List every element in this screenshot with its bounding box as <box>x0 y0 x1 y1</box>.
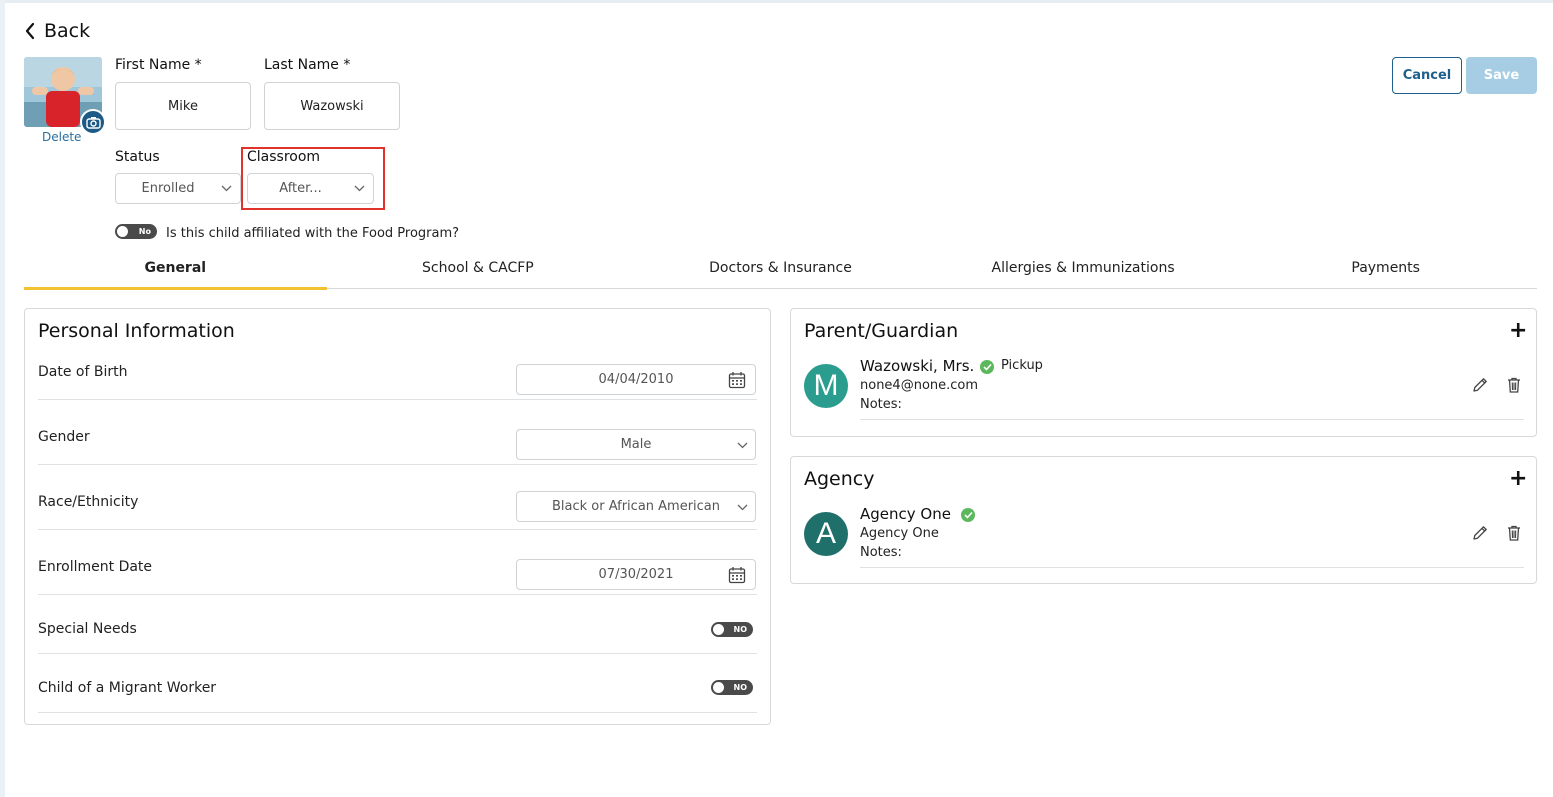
status-select[interactable]: Enrolled <box>115 173 241 204</box>
tab-school-cacfp[interactable]: School & CACFP <box>327 252 630 288</box>
camera-button[interactable] <box>80 109 106 135</box>
back-label: Back <box>44 20 91 42</box>
guardian-divider <box>860 419 1524 420</box>
food-program-toggle-text: No <box>138 227 151 236</box>
parent-guardian-title: Parent/Guardian <box>804 320 959 342</box>
plus-icon: + <box>1509 318 1528 343</box>
row-divider <box>38 653 757 654</box>
classroom-select[interactable]: After... <box>247 173 374 204</box>
chevron-down-icon <box>737 504 748 511</box>
row-divider <box>38 399 757 400</box>
trash-icon <box>1508 377 1520 393</box>
guardian-avatar: M <box>804 364 848 408</box>
back-button[interactable]: Back <box>24 20 90 42</box>
tab-payments[interactable]: Payments <box>1234 252 1537 288</box>
personal-information-card: Personal Information Date of Birth 04/04… <box>24 308 771 725</box>
check-circle-icon <box>980 360 994 374</box>
status-value: Enrolled <box>141 181 195 196</box>
classroom-value: After... <box>279 181 322 196</box>
chevron-down-icon <box>221 185 232 192</box>
first-name-value: Mike <box>168 98 198 114</box>
add-guardian-button[interactable]: + <box>1509 318 1528 343</box>
calendar-icon[interactable] <box>728 566 746 584</box>
save-button[interactable]: Save <box>1466 57 1537 94</box>
agency-title: Agency <box>804 468 875 490</box>
enrollment-date-label: Enrollment Date <box>38 559 153 575</box>
personal-information-title: Personal Information <box>38 320 235 342</box>
edit-agency-button[interactable] <box>1471 524 1489 542</box>
first-name-label: First Name * <box>115 57 202 73</box>
agency-notes-label: Notes: <box>860 545 902 560</box>
date-of-birth-label: Date of Birth <box>38 364 128 380</box>
delete-photo-link[interactable]: Delete <box>42 130 81 144</box>
toggle-knob <box>713 682 724 693</box>
enrollment-date-value: 07/30/2021 <box>598 567 674 582</box>
last-name-value: Wazowski <box>300 98 364 114</box>
edit-guardian-button[interactable] <box>1471 376 1489 394</box>
agency-avatar: A <box>804 512 848 556</box>
agency-name: Agency One <box>860 505 951 523</box>
classroom-label: Classroom <box>247 149 321 165</box>
pencil-icon <box>1473 378 1487 392</box>
guardian-email: none4@none.com <box>860 378 979 393</box>
last-name-label: Last Name * <box>264 57 351 73</box>
guardian-pickup-label: Pickup <box>1001 358 1043 373</box>
date-of-birth-field[interactable]: 04/04/2010 <box>516 364 756 395</box>
trash-icon <box>1508 525 1520 541</box>
migrant-worker-toggle-text: NO <box>733 683 748 692</box>
enrollment-date-field[interactable]: 07/30/2021 <box>516 559 756 590</box>
plus-icon: + <box>1509 466 1528 491</box>
calendar-icon[interactable] <box>728 371 746 389</box>
toggle-knob <box>713 624 724 635</box>
migrant-worker-label: Child of a Migrant Worker <box>38 680 217 696</box>
left-border <box>0 0 5 797</box>
toggle-knob <box>117 226 128 237</box>
pencil-icon <box>1473 526 1487 540</box>
delete-agency-button[interactable] <box>1505 524 1523 542</box>
special-needs-toggle[interactable]: NO <box>711 622 753 637</box>
top-border <box>0 0 1553 3</box>
gender-label: Gender <box>38 429 90 445</box>
agency-card: Agency + A Agency One Agency One Notes: <box>790 456 1537 584</box>
tab-bar: General School & CACFP Doctors & Insuran… <box>24 252 1537 290</box>
gender-select[interactable]: Male <box>516 429 756 460</box>
race-ethnicity-select[interactable]: Black or African American <box>516 491 756 522</box>
guardian-name: Wazowski, Mrs. <box>860 357 975 375</box>
agency-subtitle: Agency One <box>860 526 939 541</box>
special-needs-toggle-text: NO <box>733 625 748 634</box>
chevron-down-icon <box>354 185 365 192</box>
race-ethnicity-label: Race/Ethnicity <box>38 494 139 510</box>
row-divider <box>38 594 757 595</box>
camera-icon <box>85 116 101 129</box>
tab-general[interactable]: General <box>24 252 327 290</box>
race-ethnicity-value: Black or African American <box>551 499 721 514</box>
migrant-worker-toggle[interactable]: NO <box>711 680 753 695</box>
parent-guardian-card: Parent/Guardian + M Wazowski, Mrs. Picku… <box>790 308 1537 437</box>
chevron-down-icon <box>737 442 748 449</box>
tab-doctors-insurance[interactable]: Doctors & Insurance <box>629 252 932 288</box>
special-needs-label: Special Needs <box>38 621 137 637</box>
row-divider <box>38 529 757 530</box>
guardian-notes-label: Notes: <box>860 397 902 412</box>
food-program-toggle[interactable]: No <box>115 224 157 239</box>
delete-guardian-button[interactable] <box>1505 376 1523 394</box>
row-divider <box>38 712 757 713</box>
tab-allergies-immunizations[interactable]: Allergies & Immunizations <box>932 252 1235 288</box>
status-label: Status <box>115 149 160 165</box>
date-of-birth-value: 04/04/2010 <box>598 372 674 387</box>
chevron-left-icon <box>25 22 35 40</box>
add-agency-button[interactable]: + <box>1509 466 1528 491</box>
row-divider <box>38 464 757 465</box>
first-name-field[interactable]: Mike <box>115 82 251 130</box>
cancel-button[interactable]: Cancel <box>1392 57 1462 94</box>
agency-divider <box>860 567 1524 568</box>
food-program-question: Is this child affiliated with the Food P… <box>166 226 460 241</box>
last-name-field[interactable]: Wazowski <box>264 82 400 130</box>
gender-value: Male <box>620 437 652 452</box>
check-circle-icon <box>961 508 975 522</box>
